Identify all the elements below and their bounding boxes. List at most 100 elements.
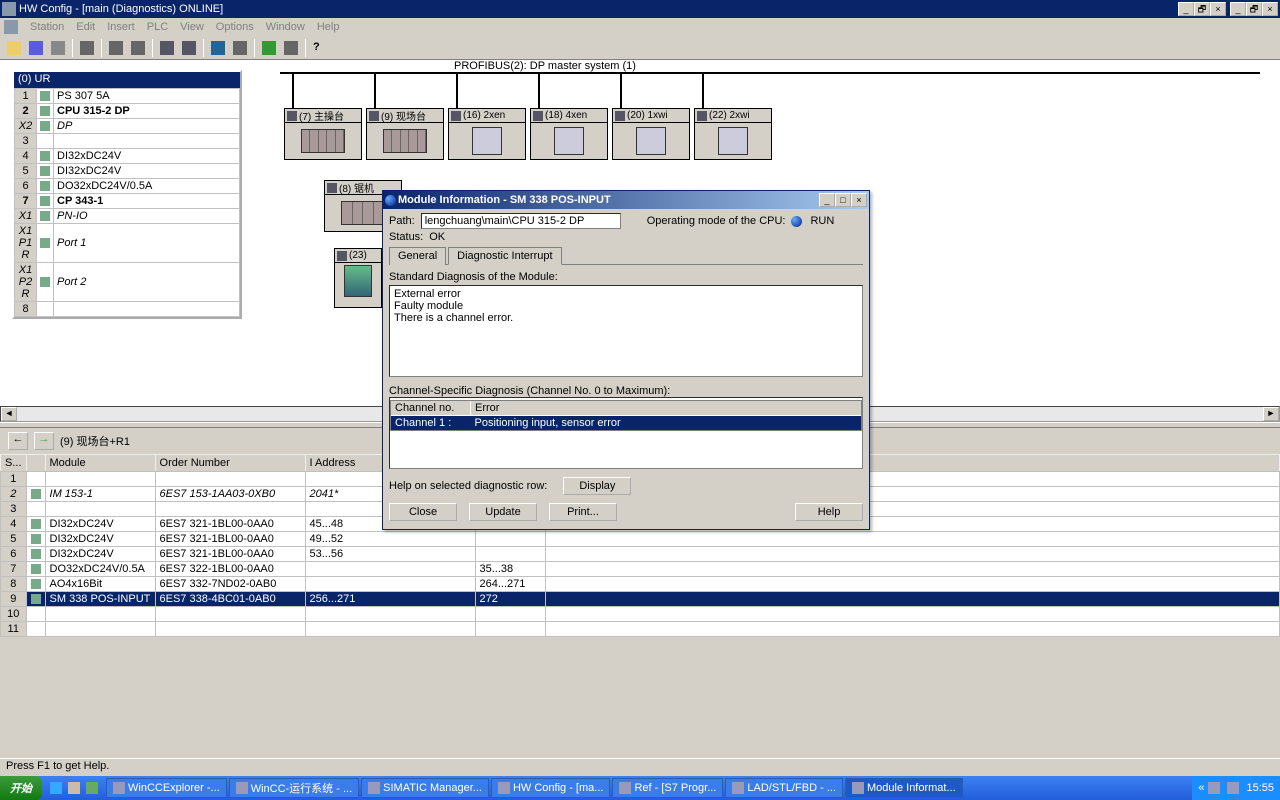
rack-row[interactable]: 4DI32xDC24V bbox=[15, 149, 240, 164]
taskbar-task[interactable]: WinCCExplorer -... bbox=[106, 778, 227, 798]
col-order[interactable]: Order Number bbox=[155, 455, 305, 472]
close-button[interactable]: Close bbox=[389, 503, 457, 521]
tab-diagnostic-interrupt[interactable]: Diagnostic Interrupt bbox=[448, 247, 561, 265]
app-icon[interactable] bbox=[86, 782, 98, 794]
opmode-value: RUN bbox=[810, 215, 834, 227]
dp-slave-station[interactable]: (20) 1xwi bbox=[612, 108, 690, 160]
rack-row[interactable]: 3 bbox=[15, 134, 240, 149]
system-tray[interactable]: « 15:55 bbox=[1192, 776, 1280, 800]
channel-row[interactable]: Channel 1 :Positioning input, sensor err… bbox=[391, 416, 862, 431]
scroll-right-icon[interactable]: ► bbox=[1263, 407, 1279, 421]
nav-fwd-button[interactable]: → bbox=[34, 432, 54, 450]
dialog-titlebar[interactable]: Module Information - SM 338 POS-INPUT _ … bbox=[383, 191, 869, 209]
go-offline-icon[interactable] bbox=[281, 38, 301, 58]
rack-panel[interactable]: (0) UR 1PS 307 5A2CPU 315-2 DPX2DP34DI32… bbox=[12, 70, 242, 319]
catalog-icon[interactable] bbox=[208, 38, 228, 58]
dlg-max-button[interactable]: □ bbox=[835, 193, 851, 207]
taskbar-task[interactable]: HW Config - [ma... bbox=[491, 778, 610, 798]
diag-line: External error bbox=[394, 288, 858, 300]
taskbar-task[interactable]: LAD/STL/FBD - ... bbox=[725, 778, 843, 798]
go-online-icon[interactable] bbox=[259, 38, 279, 58]
desktop-icon[interactable] bbox=[68, 782, 80, 794]
menu-window[interactable]: Window bbox=[266, 21, 305, 33]
chan-col-no[interactable]: Channel no. bbox=[391, 401, 471, 416]
dp-slave-station[interactable]: (22) 2xwi bbox=[694, 108, 772, 160]
nav-back-button[interactable]: ← bbox=[8, 432, 28, 450]
tray-icon-1[interactable] bbox=[1208, 782, 1220, 794]
tab-general[interactable]: General bbox=[389, 247, 446, 265]
dlg-close-button[interactable]: × bbox=[851, 193, 867, 207]
save-icon[interactable] bbox=[26, 38, 46, 58]
rack-row[interactable]: X1 P1 RPort 1 bbox=[15, 224, 240, 263]
rack-row[interactable]: X1 P2 RPort 2 bbox=[15, 263, 240, 302]
rack-row[interactable]: 7CP 343-1 bbox=[15, 194, 240, 209]
dp-slave-station[interactable]: (18) 4xen bbox=[530, 108, 608, 160]
std-diag-box[interactable]: External errorFaulty moduleThere is a ch… bbox=[389, 285, 863, 377]
properties-icon[interactable] bbox=[230, 38, 250, 58]
table-row[interactable]: 9SM 338 POS-INPUT6ES7 338-4BC01-0AB0256.… bbox=[1, 592, 1280, 607]
close-button[interactable]: × bbox=[1210, 2, 1226, 16]
rack-row[interactable]: 5DI32xDC24V bbox=[15, 164, 240, 179]
chan-diag-table-wrap[interactable]: Channel no. Error Channel 1 :Positioning… bbox=[389, 397, 863, 469]
mdi-minimize-button[interactable]: _ bbox=[1230, 2, 1246, 16]
toolbar: ? bbox=[0, 36, 1280, 60]
col-module[interactable]: Module bbox=[45, 455, 155, 472]
upload-icon[interactable] bbox=[179, 38, 199, 58]
help-button[interactable]: Help bbox=[795, 503, 863, 521]
taskbar-task[interactable]: WinCC-运行系统 - ... bbox=[229, 778, 359, 798]
menu-edit[interactable]: Edit bbox=[76, 21, 95, 33]
rack-row[interactable]: X1PN-IO bbox=[15, 209, 240, 224]
menu-insert[interactable]: Insert bbox=[107, 21, 135, 33]
taskbar-task[interactable]: SIMATIC Manager... bbox=[361, 778, 489, 798]
table-row[interactable]: 11 bbox=[1, 622, 1280, 637]
minimize-button[interactable]: _ bbox=[1178, 2, 1194, 16]
dp-slave-station[interactable]: (23) bbox=[334, 248, 382, 308]
rack-row[interactable]: 6DO32xDC24V/0.5A bbox=[15, 179, 240, 194]
tray-icon-2[interactable] bbox=[1227, 782, 1239, 794]
menu-options[interactable]: Options bbox=[216, 21, 254, 33]
compile-icon[interactable] bbox=[48, 38, 68, 58]
mdi-close-button[interactable]: × bbox=[1262, 2, 1278, 16]
scroll-left-icon[interactable]: ◄ bbox=[1, 407, 17, 421]
start-button[interactable]: 开始 bbox=[0, 776, 42, 800]
chan-col-error[interactable]: Error bbox=[471, 401, 862, 416]
ie-icon[interactable] bbox=[50, 782, 62, 794]
dlg-min-button[interactable]: _ bbox=[819, 193, 835, 207]
rack-row[interactable]: 1PS 307 5A bbox=[15, 89, 240, 104]
app-icon bbox=[2, 2, 16, 16]
menu-view[interactable]: View bbox=[180, 21, 204, 33]
rack-row[interactable]: 8 bbox=[15, 302, 240, 317]
std-diag-label: Standard Diagnosis of the Module: bbox=[389, 271, 863, 283]
paste-icon[interactable] bbox=[128, 38, 148, 58]
table-row[interactable]: 7DO32xDC24V/0.5A6ES7 322-1BL00-0AA035...… bbox=[1, 562, 1280, 577]
print-button[interactable]: Print... bbox=[549, 503, 617, 521]
update-button[interactable]: Update bbox=[469, 503, 537, 521]
table-row[interactable]: 10 bbox=[1, 607, 1280, 622]
dp-slave-station[interactable]: (16) 2xen bbox=[448, 108, 526, 160]
copy-icon[interactable] bbox=[106, 38, 126, 58]
table-row[interactable]: 8AO4x16Bit6ES7 332-7ND02-0AB0264...271 bbox=[1, 577, 1280, 592]
taskbar-task[interactable]: Module Informat... bbox=[845, 778, 963, 798]
table-row[interactable]: 6DI32xDC24V6ES7 321-1BL00-0AA053...56 bbox=[1, 547, 1280, 562]
col-slot[interactable]: S... bbox=[1, 455, 27, 472]
whats-this-icon[interactable]: ? bbox=[310, 38, 330, 58]
table-row[interactable]: 5DI32xDC24V6ES7 321-1BL00-0AA049...52 bbox=[1, 532, 1280, 547]
display-button[interactable]: Display bbox=[563, 477, 631, 495]
download-icon[interactable] bbox=[157, 38, 177, 58]
dp-slave-station[interactable]: (7) 主操台 bbox=[284, 108, 362, 160]
menu-help[interactable]: Help bbox=[317, 21, 340, 33]
profibus-line[interactable] bbox=[280, 72, 1260, 74]
menu-station[interactable]: Station bbox=[30, 21, 64, 33]
tray-expand-icon[interactable]: « bbox=[1198, 782, 1204, 794]
rack-row[interactable]: X2DP bbox=[15, 119, 240, 134]
restore-button[interactable]: 🗗 bbox=[1194, 2, 1210, 16]
dp-slave-station[interactable]: (9) 现场台 bbox=[366, 108, 444, 160]
print-icon[interactable] bbox=[77, 38, 97, 58]
mdi-restore-button[interactable]: 🗗 bbox=[1246, 2, 1262, 16]
open-icon[interactable] bbox=[4, 38, 24, 58]
taskbar-task[interactable]: Ref - [S7 Progr... bbox=[612, 778, 723, 798]
rack-header: (0) UR bbox=[14, 72, 240, 88]
rack-row[interactable]: 2CPU 315-2 DP bbox=[15, 104, 240, 119]
col-icon[interactable] bbox=[26, 455, 45, 472]
menu-plc[interactable]: PLC bbox=[147, 21, 168, 33]
